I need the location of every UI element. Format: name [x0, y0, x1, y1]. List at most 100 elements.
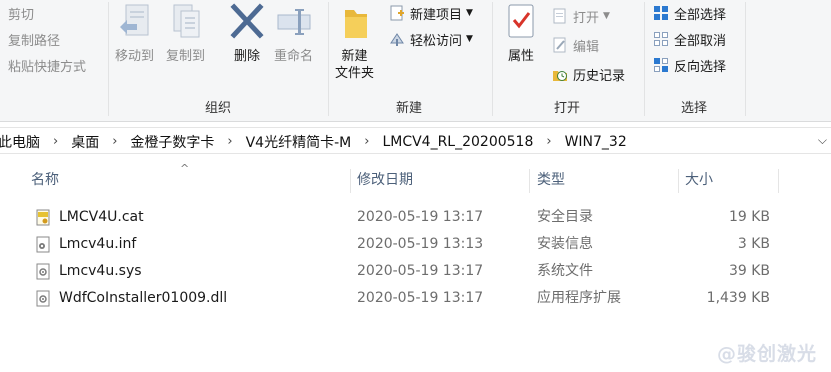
column-header-date[interactable]: 修改日期: [357, 165, 527, 196]
open-label: 打开: [573, 10, 600, 26]
group-separator: [328, 2, 329, 116]
select-all-button[interactable]: 全部选择: [653, 2, 726, 24]
open-dropdown-icon: ▼: [603, 11, 610, 21]
rename-button[interactable]: 重命名: [274, 2, 313, 65]
column-header-size[interactable]: 大小: [685, 165, 775, 196]
column-header-row: 名称 修改日期 类型 大小: [0, 165, 831, 196]
file-name: Lmcv4u.sys: [59, 263, 142, 279]
select-all-label: 全部选择: [674, 7, 727, 23]
delete-label: 删除: [233, 49, 260, 64]
invert-selection-label: 反向选择: [674, 59, 727, 75]
file-row[interactable]: Lmcv4u.inf 2020-05-19 13:13 安装信息 3 KB: [28, 231, 780, 258]
file-date: 2020-05-19 13:17: [357, 209, 484, 225]
group-separator: [492, 2, 493, 116]
select-none-icon: [653, 31, 669, 47]
chevron-right-icon[interactable]: ›: [546, 134, 551, 149]
select-none-button[interactable]: 全部取消: [653, 28, 726, 50]
delete-button[interactable]: 删除: [229, 2, 265, 65]
file-type: 应用程序扩展: [537, 290, 621, 306]
breadcrumb-item[interactable]: 金橙子数字卡: [128, 132, 216, 152]
edit-icon: [552, 37, 568, 53]
file-name: LMCV4U.cat: [59, 209, 144, 225]
select-none-label: 全部取消: [674, 33, 727, 49]
delete-icon: [229, 2, 265, 44]
chevron-right-icon[interactable]: ›: [227, 134, 232, 149]
folder-icon: [337, 2, 373, 44]
chevron-down-icon[interactable]: ⌵: [818, 133, 827, 148]
file-name: WdfCoInstaller01009.dll: [59, 290, 228, 306]
breadcrumb-item[interactable]: 此电脑: [0, 132, 42, 152]
new-item-button[interactable]: 新建项目 ▼: [389, 2, 473, 24]
group-separator: [108, 2, 109, 116]
open-icon: [552, 8, 568, 24]
easy-access-button[interactable]: 轻松访问 ▼: [389, 28, 473, 50]
chevron-right-icon[interactable]: ›: [112, 134, 117, 149]
easy-access-label: 轻松访问: [410, 33, 463, 49]
file-row[interactable]: WdfCoInstaller01009.dll 2020-05-19 13:17…: [28, 285, 780, 312]
breadcrumb-item[interactable]: WIN7_32: [563, 134, 629, 150]
file-size: 19 KB: [728, 209, 770, 225]
security-catalog-icon: [36, 209, 50, 226]
paste-shortcut-button[interactable]: 粘贴快捷方式: [0, 54, 86, 76]
edit-button[interactable]: 编辑: [552, 34, 599, 56]
copy-path-label: 复制路径: [8, 33, 61, 49]
dll-file-icon: [36, 290, 50, 307]
new-folder-button[interactable]: 新建 文件夹: [335, 2, 374, 82]
invert-selection-icon: [653, 57, 669, 73]
easy-access-dropdown-icon: ▼: [466, 34, 473, 44]
breadcrumb: 此电脑 › 桌面 › 金橙子数字卡 › V4光纤精简卡-M › LMCV4_RL…: [0, 128, 629, 155]
cut-button[interactable]: 剪切: [0, 2, 34, 24]
properties-button[interactable]: 属性: [503, 2, 539, 65]
column-header-type[interactable]: 类型: [537, 165, 677, 196]
file-date: 2020-05-19 13:17: [357, 290, 484, 306]
column-divider[interactable]: [678, 169, 679, 193]
copy-to-button[interactable]: 复制到: [166, 2, 205, 65]
copy-to-label: 复制到: [166, 49, 206, 64]
new-item-icon: [389, 5, 405, 21]
file-row[interactable]: Lmcv4u.sys 2020-05-19 13:17 系统文件 39 KB: [28, 258, 780, 285]
properties-label: 属性: [507, 49, 534, 64]
new-item-label: 新建项目: [410, 7, 463, 23]
select-group-label: 选择: [680, 101, 707, 116]
edit-label: 编辑: [573, 39, 600, 55]
setup-information-icon: [36, 236, 50, 253]
history-label: 历史记录: [573, 68, 626, 84]
rename-label: 重命名: [274, 49, 314, 64]
column-header-name[interactable]: 名称: [31, 165, 351, 196]
breadcrumb-item[interactable]: 桌面: [69, 132, 101, 152]
system-file-icon: [36, 263, 50, 280]
open-group-label: 打开: [553, 101, 580, 116]
breadcrumb-item[interactable]: V4光纤精简卡-M: [244, 132, 354, 152]
column-divider[interactable]: [350, 169, 351, 193]
column-divider[interactable]: [778, 169, 779, 193]
invert-selection-button[interactable]: 反向选择: [653, 54, 726, 76]
chevron-right-icon[interactable]: ›: [53, 134, 58, 149]
new-item-dropdown-icon: ▼: [466, 8, 473, 18]
chevron-right-icon[interactable]: ›: [364, 134, 369, 149]
easy-access-icon: [389, 31, 405, 47]
ribbon: 剪切 复制路径 粘贴快捷方式 移动到 复制到 删除 重命名 组织 新建 文件夹 …: [0, 0, 831, 122]
open-button[interactable]: 打开 ▼: [552, 5, 610, 27]
copy-path-button[interactable]: 复制路径: [0, 28, 60, 50]
file-size: 3 KB: [737, 236, 770, 252]
new-group-label: 新建: [395, 101, 422, 116]
file-size: 39 KB: [728, 263, 770, 279]
file-type: 安装信息: [537, 236, 593, 252]
file-name: Lmcv4u.inf: [59, 236, 137, 252]
paste-shortcut-label: 粘贴快捷方式: [8, 59, 87, 75]
properties-icon: [503, 2, 539, 44]
rename-icon: [276, 2, 312, 44]
new-folder-label-line1: 新建: [341, 49, 368, 64]
address-bar[interactable]: 此电脑 › 桌面 › 金橙子数字卡 › V4光纤精简卡-M › LMCV4_RL…: [0, 127, 831, 154]
move-to-button[interactable]: 移动到: [115, 2, 154, 65]
file-size: 1,439 KB: [706, 290, 770, 306]
file-row[interactable]: LMCV4U.cat 2020-05-19 13:17 安全目录 19 KB: [28, 204, 780, 231]
history-button[interactable]: 历史记录: [552, 63, 625, 85]
watermark: @骏创激光: [716, 343, 817, 365]
move-to-icon: [117, 2, 153, 44]
history-icon: [552, 66, 568, 82]
new-folder-label-line2: 文件夹: [335, 66, 375, 81]
organize-group-label: 组织: [204, 101, 231, 116]
breadcrumb-item[interactable]: LMCV4_RL_20200518: [380, 134, 535, 150]
column-divider[interactable]: [529, 169, 530, 193]
